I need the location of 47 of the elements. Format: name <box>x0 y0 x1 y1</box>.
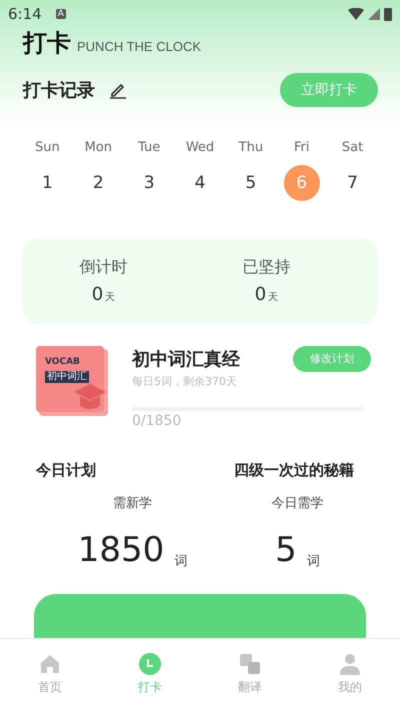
record-label: 打卡记录 <box>23 79 95 102</box>
page-subtitle: PUNCH THE CLOCK <box>77 39 202 54</box>
edit-icon[interactable] <box>109 81 127 100</box>
date-cell[interactable]: 7 <box>334 164 371 201</box>
stat-value: 0 <box>254 284 266 306</box>
weekday-label: Sun <box>35 140 60 155</box>
cover-tag: 初中词汇 <box>45 370 89 383</box>
date-cell[interactable]: 3 <box>131 164 168 201</box>
book-cover-drawing <box>36 346 108 416</box>
weekday-label: Fri <box>294 140 310 155</box>
notification-badge: A <box>56 8 66 19</box>
progress-count: 0/1850 <box>132 412 182 429</box>
weekday-label: Tue <box>138 140 160 155</box>
date-cell[interactable]: 1 <box>29 164 66 201</box>
stat-value: 0 <box>92 284 104 306</box>
weekday-label: Sat <box>342 140 364 155</box>
home-icon <box>39 653 61 675</box>
translate-icon <box>239 653 261 675</box>
user-icon <box>339 653 361 675</box>
weekday-label: Thu <box>238 140 264 155</box>
book-title: 初中词汇真经 <box>132 348 240 371</box>
word-unit: 词 <box>174 552 188 570</box>
stat-unit: 天 <box>105 292 116 304</box>
page-title: 打卡 <box>23 28 71 60</box>
weekday-label: Mon <box>84 140 112 155</box>
date-cell[interactable]: 5 <box>232 164 269 201</box>
plan-summary: 每日5词，剩余370天 <box>132 374 238 389</box>
start-button[interactable] <box>34 594 366 638</box>
date-cell[interactable]: 2 <box>80 164 116 201</box>
wifi-icon <box>348 8 364 20</box>
weekday-label: Wed <box>186 140 214 155</box>
signal-icon <box>368 8 380 20</box>
clock-icon <box>139 653 161 675</box>
cover-title: VOCAB <box>45 356 80 367</box>
plan-label: 需新学 <box>113 494 152 512</box>
tips-link[interactable]: 四级一次过的秘籍 <box>234 460 354 480</box>
battery-icon <box>384 6 392 21</box>
word-count: 1850 <box>78 530 164 570</box>
status-time: 6:14 <box>8 4 42 23</box>
stat-label: 已坚持 <box>242 257 290 278</box>
stat-label: 倒计时 <box>80 257 128 278</box>
plan-title: 今日计划 <box>36 460 96 480</box>
word-unit: 词 <box>306 552 320 570</box>
word-count: 5 <box>275 530 297 570</box>
plan-label: 今日需学 <box>272 494 324 512</box>
stat-unit: 天 <box>268 292 278 304</box>
date-cell[interactable]: 4 <box>182 164 218 201</box>
